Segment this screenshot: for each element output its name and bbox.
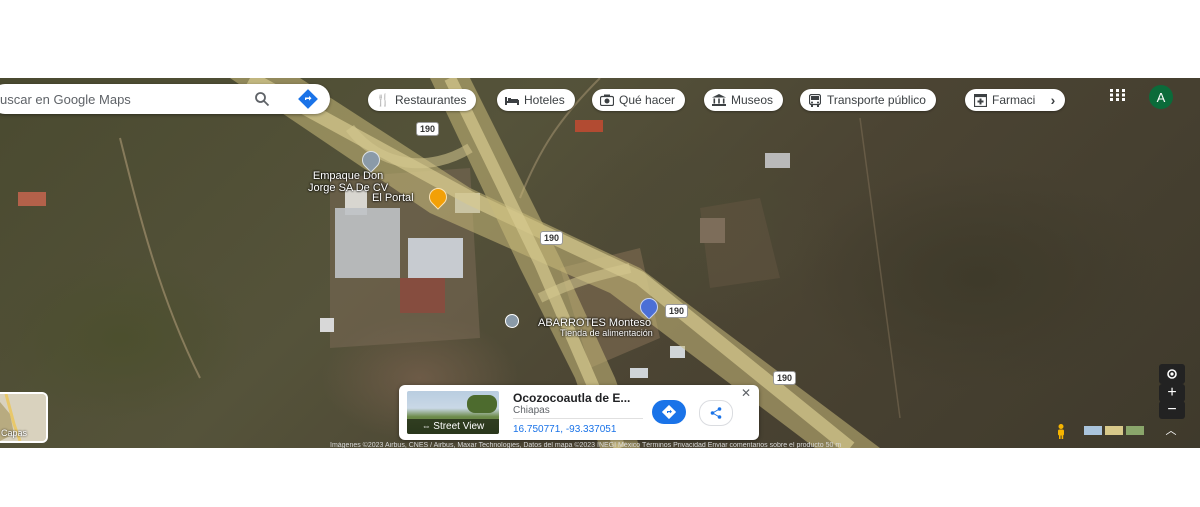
- chevron-up-icon[interactable]: ︿: [1164, 422, 1178, 437]
- street-view-label: ⇔ Street View: [407, 419, 499, 434]
- map-thumbnail-satellite[interactable]: [1126, 426, 1144, 435]
- street-view-icon: ⇔: [421, 421, 434, 431]
- route-shield: 190: [416, 122, 440, 136]
- street-view-thumbnail[interactable]: ⇔ Street View: [407, 391, 499, 434]
- place-title[interactable]: Ocozocoautla de E...: [513, 391, 630, 405]
- search-box[interactable]: [0, 84, 330, 114]
- chip-label: Farmaci: [992, 93, 1036, 107]
- chip-label: Hoteles: [524, 93, 565, 107]
- chip-label: Museos: [731, 93, 774, 107]
- chip-hotels[interactable]: Hoteles: [497, 89, 575, 111]
- chip-museums[interactable]: Museos: [704, 89, 784, 111]
- pegman-icon[interactable]: [1053, 423, 1069, 439]
- route-shield: 190: [665, 304, 689, 318]
- chip-transit[interactable]: Transporte público: [800, 89, 936, 111]
- map-thumbnail-default[interactable]: [1084, 426, 1102, 435]
- chip-label: Transporte público: [827, 93, 926, 107]
- camera-icon: [600, 93, 614, 107]
- place-info-card[interactable]: ⇔ Street View Ocozocoautla de E... Chiap…: [399, 385, 759, 440]
- map-thumbnail-terrain[interactable]: [1105, 426, 1123, 435]
- chip-things-to-do[interactable]: Qué hacer: [592, 89, 686, 111]
- place-label-empaque[interactable]: Empaque Don Jorge SA De CV: [308, 170, 388, 194]
- museum-icon: [712, 93, 726, 107]
- apps-grid-icon[interactable]: [1109, 88, 1129, 104]
- dropped-pin-icon[interactable]: [505, 314, 519, 328]
- map-attribution: Imágenes ©2023 Airbus, CNES / Airbus, Ma…: [330, 442, 842, 449]
- divider: [513, 418, 643, 419]
- place-label-abarrotes-sub: Tienda de alimentación: [560, 328, 653, 338]
- directions-icon: [662, 405, 676, 419]
- chip-restaurants[interactable]: 🍴 Restaurantes: [368, 89, 477, 111]
- directions-button[interactable]: [652, 400, 686, 424]
- search-icon[interactable]: [250, 87, 274, 111]
- chip-label: Restaurantes: [395, 93, 467, 107]
- pharmacy-icon: [973, 93, 987, 107]
- share-icon: [710, 407, 722, 419]
- route-shield: 190: [773, 371, 797, 385]
- fork-knife-icon: 🍴: [375, 93, 391, 107]
- chip-label: Qué hacer: [619, 93, 676, 107]
- place-label-portal[interactable]: El Portal: [372, 192, 414, 204]
- close-icon[interactable]: ✕: [741, 386, 751, 400]
- location-icon[interactable]: [1159, 364, 1185, 384]
- layers-label: Capas: [1, 428, 28, 438]
- chevron-right-icon[interactable]: ›: [1051, 92, 1056, 108]
- layers-button[interactable]: Capas: [0, 392, 48, 443]
- share-button[interactable]: [699, 400, 733, 426]
- search-input[interactable]: [0, 90, 242, 108]
- directions-icon[interactable]: [296, 87, 320, 111]
- bus-icon: [808, 93, 822, 107]
- zoom-in-button[interactable]: +: [1159, 384, 1185, 402]
- chip-pharmacy[interactable]: Farmaci ›: [965, 89, 1066, 111]
- route-shield: 190: [540, 231, 564, 245]
- place-subtitle: Chiapas: [513, 405, 550, 416]
- coordinates-link[interactable]: 16.750771, -93.337051: [513, 424, 616, 435]
- zoom-out-button[interactable]: −: [1159, 401, 1185, 419]
- bed-icon: [505, 93, 519, 107]
- avatar[interactable]: A: [1149, 85, 1173, 109]
